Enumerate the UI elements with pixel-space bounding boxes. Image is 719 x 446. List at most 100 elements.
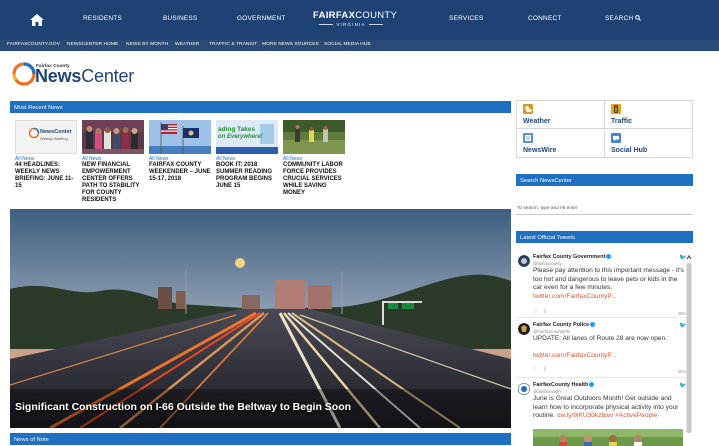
tweet-handle[interactable]: @fairfaxhealth [533,389,561,394]
quicklinks-grid: Weather Traffic NewsWire Social Hub [516,100,693,158]
logo-title-rest: Center [81,66,135,86]
nav-search-label: SEARCH [605,15,634,22]
quicklink-traffic[interactable]: Traffic [605,101,693,129]
tweet-author: Fairfax County Government [533,254,612,260]
news-thumbnail: ading Takes on Everywhere! [216,120,278,154]
tweets-scrollbar[interactable] [685,253,693,446]
nav-residents[interactable]: RESIDENTS [83,15,122,22]
news-title[interactable]: 44 HEADLINES: WEEKLY NEWS BRIEFING: JUNE… [15,162,77,190]
newscenter-logo-icon [12,62,36,86]
brand-bold: FAIRFAX [313,10,356,21]
news-of-note-header: News of Note [10,433,511,445]
traffic-light-icon [611,104,621,114]
news-thumbnail [283,120,345,154]
social-hub-icon [611,133,621,143]
quicklink-newswire[interactable]: NewsWire [517,130,605,158]
tweet-photo[interactable] [533,429,683,446]
logo-title: NewsCenter [35,66,134,87]
labor-force-graphic [283,120,345,154]
avatar [518,255,530,267]
subnav-fairfaxcounty-gov[interactable]: FAIRFAXCOUNTY.GOV [7,42,60,47]
tweet-author: FairfaxCounty Health [533,382,595,388]
brand-sub: VIRGINIA [313,22,389,27]
hero-caption[interactable]: Significant Construction on I-66 Outside… [15,401,351,413]
flags-graphic [149,120,211,154]
quicklink-social-hub[interactable]: Social Hub [605,130,693,158]
tweet-text: June is Great Outdoors Month! Get outsid… [533,395,685,421]
newscenter-logo[interactable]: Fairfax County NewsCenter [12,62,134,88]
tweet-author-name: Fairfax County Government [533,254,606,260]
news-card[interactable]: ading Takes on Everywhere! All News BOOK… [216,120,278,190]
tweet-actions[interactable]: ♡ ⇪ [533,309,547,315]
tweets-feed: Fairfax County Government @fairfaxcounty… [516,245,693,446]
tweet-body: Please pay attention to this important m… [533,267,684,292]
tweet-divider [516,317,686,318]
subnav-weather[interactable]: WEATHER [175,42,199,47]
sub-nav: FAIRFAXCOUNTY.GOV NEWSCENTER HOME NEWS B… [0,40,719,51]
tweet-link[interactable]: twitter.com/FairfaxCountyP... [533,352,616,359]
news-thumbnail [149,120,211,154]
search-input[interactable] [516,203,693,215]
news-title[interactable]: FAIRFAX COUNTY WEEKENDER – JUNE 15-17, 2… [149,162,211,183]
subnav-news-by-month[interactable]: NEWS BY MONTH [126,42,168,47]
verified-icon [589,382,595,388]
nav-government[interactable]: GOVERNMENT [237,15,286,22]
nav-search[interactable]: SEARCH [605,15,642,22]
tweet[interactable]: Fairfax County Police @FairfaxCountyPD 🐦… [516,321,686,377]
hero-highway-photo [10,209,511,428]
newswire-icon [523,133,533,143]
news-thumbnail: NewsCenter Weekly Briefing [15,120,77,154]
tweet-hashtag[interactable]: #ActivePeople [615,412,657,419]
tweet-actions[interactable]: ♡ ⇪ [533,367,547,373]
scroll-up-arrow-icon[interactable] [686,254,692,260]
most-recent-news-header: Most Recent News [10,101,511,113]
hero-story[interactable]: Significant Construction on I-66 Outside… [10,209,511,428]
scroll-thumb[interactable] [686,263,692,433]
top-nav: RESIDENTS BUSINESS GOVERNMENT FAIRFAXCOU… [0,0,719,40]
tweet[interactable]: Fairfax County Government @fairfaxcounty… [516,253,686,317]
tweet-author-name: Fairfax County Police [533,322,590,328]
nav-connect[interactable]: CONNECT [528,15,562,22]
quicklink-label: Traffic [611,118,633,125]
search-icon [635,15,642,22]
tweet-handle[interactable]: @fairfaxcounty [533,261,562,266]
news-card[interactable]: All News COMMUNITY LABOR FORCE PROVIDES … [283,120,345,197]
nav-services[interactable]: SERVICES [449,15,483,22]
group-photo-graphic [82,120,144,154]
subnav-newscenter-home[interactable]: NEWSCENTER HOME [67,42,118,47]
news-title[interactable]: BOOK IT: 2018 SUMMER READING PROGRAM BEG… [216,162,278,190]
tweet-divider [516,377,686,378]
tweet-handle[interactable]: @FairfaxCountyPD [533,329,570,334]
news-title[interactable]: COMMUNITY LABOR FORCE PROVIDES CRUCIAL S… [283,162,345,197]
quicklink-label: NewsWire [523,147,557,154]
news-title[interactable]: NEW FINANCIAL EMPOWERMENT CENTER OFFERS … [82,162,144,204]
tweet-link[interactable]: ow.ly/9jKU30kzbwv [557,412,613,419]
tweet-body: UPDATE: All lanes of Route 28 are now op… [533,335,668,342]
subnav-social-media-hub[interactable]: SOCIAL MEDIA HUB [324,42,371,47]
thumb-everywhere-text: on Everywhere! [218,134,263,140]
tweet[interactable]: FairfaxCounty Health @fairfaxhealth 🐦 Ju… [516,381,686,446]
tweet-author-name: FairfaxCounty Health [533,382,589,388]
subnav-more-news-sources[interactable]: MORE NEWS SOURCES [262,42,319,47]
tweet-author: Fairfax County Police [533,322,596,328]
tweet-link[interactable]: twitter.com/FairfaxCountyP... [533,293,616,300]
fairfax-county-brand[interactable]: FAIRFAXCOUNTY VIRGINIA [313,10,397,27]
home-icon[interactable] [28,11,46,29]
search-newscenter-header: Search NewsCenter [516,174,693,186]
thumb-newscenter-text: NewsCenter [40,129,72,135]
brand-light: COUNTY [355,10,398,21]
news-card[interactable]: All News FAIRFAX COUNTY WEEKENDER – JUNE… [149,120,211,183]
news-thumbnail [82,120,144,154]
nav-business[interactable]: BUSINESS [163,15,197,22]
verified-icon [606,254,612,260]
avatar [518,383,530,395]
quicklink-label: Weather [523,118,551,125]
thumb-reading-text: ading Takes [218,126,256,133]
weather-icon [523,104,533,114]
news-card[interactable]: All News NEW FINANCIAL EMPOWERMENT CENTE… [82,120,144,204]
quicklink-weather[interactable]: Weather [517,101,605,129]
subnav-traffic-transit[interactable]: TRAFFIC & TRANSIT [209,42,257,47]
thumb-weekly-briefing-text: Weekly Briefing [40,136,68,141]
news-card[interactable]: NewsCenter Weekly Briefing All News 44 H… [15,120,77,190]
tweet-text: UPDATE: All lanes of Route 28 are now op… [533,335,685,361]
